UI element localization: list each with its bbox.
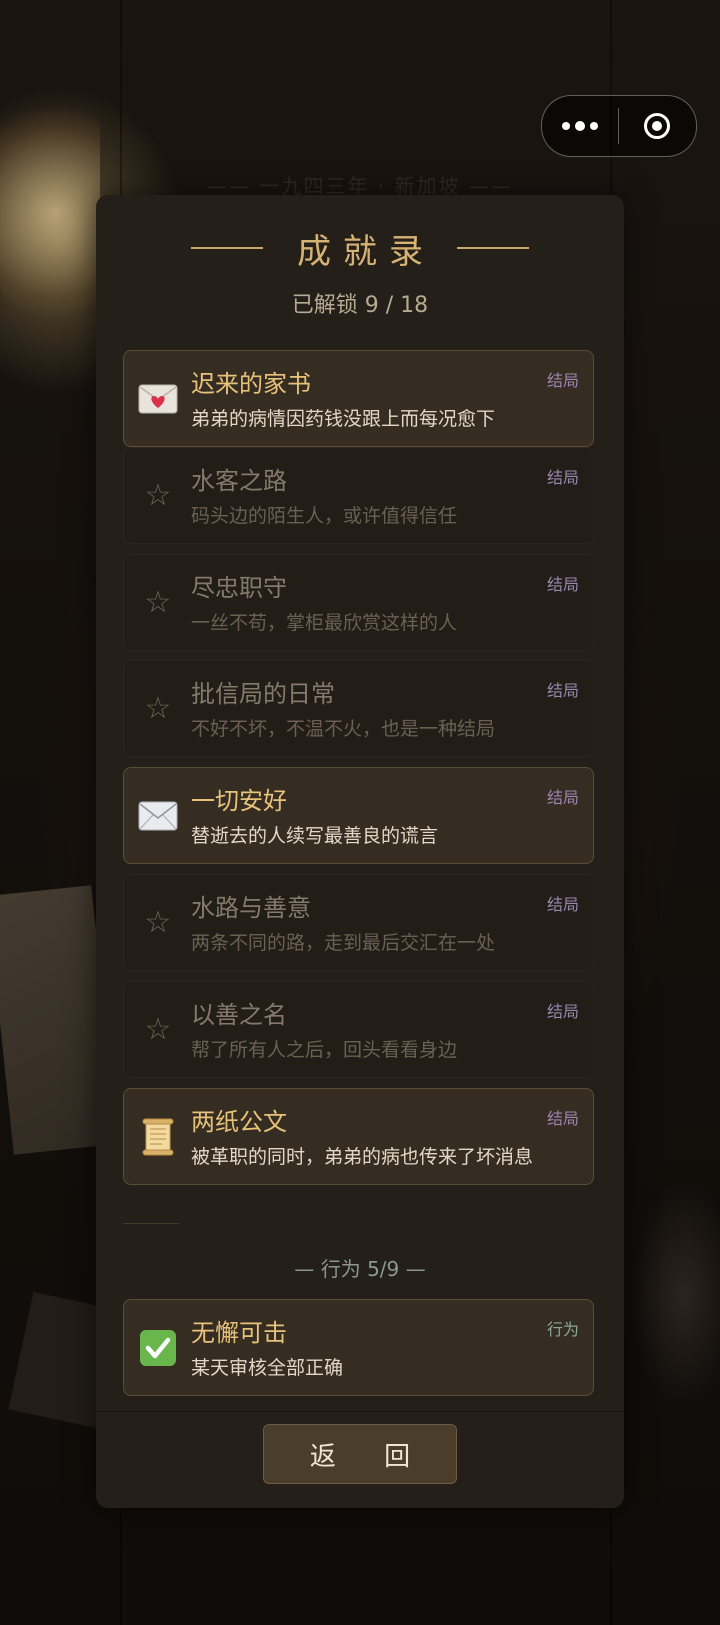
- footer-divider: [96, 1411, 624, 1412]
- achievement-desc: 一丝不苟，掌柜最欣赏这样的人: [191, 612, 458, 634]
- desk-object: [630, 1180, 720, 1410]
- achievement-name: 一切安好: [191, 787, 287, 815]
- achievement-tag: 行为: [546, 1320, 579, 1339]
- star-outline-icon: ☆: [144, 691, 172, 726]
- star-outline-icon: ☆: [144, 1012, 172, 1047]
- more-dots-icon[interactable]: [542, 96, 618, 156]
- love-letter-icon: [138, 379, 178, 419]
- achievement-name: 两纸公文: [191, 1108, 287, 1136]
- achievement-name: 水路与善意: [191, 894, 311, 922]
- achievement-tag: 结局: [546, 371, 579, 390]
- modal-title: 成就录: [96, 225, 624, 272]
- envelope-icon: [138, 796, 178, 836]
- section-divider: [123, 1223, 179, 1224]
- achievement-desc: 帮了所有人之后，回头看看身边: [191, 1039, 458, 1061]
- achievement-card[interactable]: 两纸公文 被革职的同时，弟弟的病也传来了坏消息 结局: [123, 1088, 594, 1185]
- achievement-desc: 被革职的同时，弟弟的病也传来了坏消息: [191, 1146, 534, 1168]
- achievement-tag: 结局: [546, 1109, 579, 1128]
- modal-title-text: 成就录: [297, 231, 435, 272]
- achievement-name: 水客之路: [191, 467, 287, 495]
- star-outline-icon: ☆: [144, 585, 172, 620]
- achievement-name: 批信局的日常: [191, 680, 335, 708]
- target-close-icon[interactable]: [619, 96, 695, 156]
- behavior-section-title: — 行为 5/9 —: [294, 1257, 426, 1281]
- achievement-card[interactable]: ☆ 水路与善意 两条不同的路，走到最后交汇在一处 结局: [123, 874, 594, 971]
- star-outline-icon: ☆: [144, 478, 172, 513]
- achievement-name: 迟来的家书: [191, 370, 311, 398]
- achievement-name: 尽忠职守: [191, 574, 287, 602]
- achievement-tag: 结局: [546, 895, 579, 914]
- achievement-tag: 结局: [546, 1002, 579, 1021]
- achievement-desc: 弟弟的病情因药钱没跟上而每况愈下: [191, 408, 496, 430]
- achievement-desc: 不好不坏，不温不火，也是一种结局: [191, 718, 496, 740]
- star-outline-icon: ☆: [144, 905, 172, 940]
- achievement-card[interactable]: 一切安好 替逝去的人续写最善良的谎言 结局: [123, 767, 594, 864]
- achievement-tag: 结局: [546, 468, 579, 487]
- achievement-card[interactable]: ☆ 尽忠职守 一丝不苟，掌柜最欣赏这样的人 结局: [123, 554, 594, 651]
- unlocked-count: 已解锁 9 / 18: [291, 293, 429, 318]
- achievement-desc: 某天审核全部正确: [191, 1357, 344, 1379]
- achievement-card[interactable]: 无懈可击 某天审核全部正确 行为: [123, 1299, 594, 1396]
- achievement-card[interactable]: ☆ 以善之名 帮了所有人之后，回头看看身边 结局: [123, 981, 594, 1078]
- achievement-name: 无懈可击: [191, 1319, 287, 1347]
- scroll-icon: [138, 1117, 178, 1157]
- mini-program-capsule: [541, 95, 697, 157]
- back-button[interactable]: 返 回: [263, 1424, 457, 1484]
- achievements-modal: 成就录 已解锁 9 / 18 迟来的家书 弟弟的病情因药钱没跟上而每况愈下 结局…: [96, 195, 624, 1508]
- achievement-card[interactable]: ☆ 批信局的日常 不好不坏，不温不火，也是一种结局 结局: [123, 660, 594, 757]
- check-mark-icon: [138, 1328, 178, 1368]
- achievement-desc: 替逝去的人续写最善良的谎言: [191, 825, 439, 847]
- achievement-desc: 两条不同的路，走到最后交汇在一处: [191, 932, 496, 954]
- title-rule-right: [457, 247, 529, 249]
- achievement-tag: 结局: [546, 788, 579, 807]
- oil-lamp-glow: [0, 80, 100, 320]
- achievement-name: 以善之名: [191, 1001, 287, 1029]
- achievement-card[interactable]: 迟来的家书 弟弟的病情因药钱没跟上而每况愈下 结局: [123, 350, 594, 447]
- achievement-tag: 结局: [546, 681, 579, 700]
- achievement-tag: 结局: [546, 575, 579, 594]
- achievement-card[interactable]: ☆ 水客之路 码头边的陌生人，或许值得信任 结局: [123, 447, 594, 544]
- title-rule-left: [191, 247, 263, 249]
- achievement-desc: 码头边的陌生人，或许值得信任: [191, 505, 458, 527]
